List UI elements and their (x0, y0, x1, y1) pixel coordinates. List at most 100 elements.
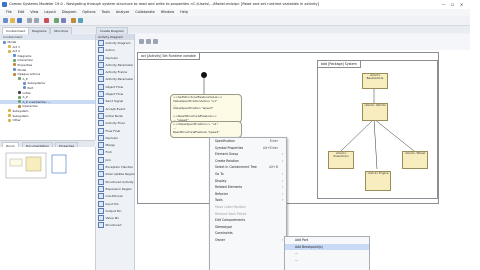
open-project-icon[interactable] (10, 18, 15, 23)
palette-item[interactable]: Send Signal (96, 98, 134, 105)
context-menu-item[interactable]: Go To › (210, 171, 286, 178)
diagram-tool-icon[interactable] (139, 39, 144, 44)
tree-item[interactable]: Other (0, 118, 95, 123)
context-menu-item[interactable]: Owner › (210, 237, 286, 244)
palette-item[interactable]: Object Flow (96, 91, 134, 98)
context-menu-item[interactable]: Related Elements › (210, 184, 286, 191)
minimize-button[interactable]: — (440, 1, 447, 8)
action-node-1[interactable]: <<SetStructuralFeatureValue>> ValueSpeci… (170, 94, 242, 123)
palette-item[interactable]: Exception Handler (96, 164, 134, 171)
palette-item-label: Activity Final (105, 121, 125, 126)
palette-item-icon (98, 222, 104, 229)
save-icon[interactable] (17, 18, 22, 23)
diagram-tool-icon[interactable] (146, 39, 151, 44)
palette-item[interactable]: Interruptible Region (96, 171, 135, 178)
block-powertrain[interactable]: «block» Powertrain (328, 151, 354, 169)
submenu-arrow-icon: › (281, 198, 283, 203)
palette-item[interactable]: Initial Node (96, 112, 134, 120)
palette-item-icon (98, 127, 104, 134)
context-menu-item[interactable]: Specification Enter (210, 138, 286, 145)
menu-file[interactable]: File (6, 9, 12, 16)
palette-item[interactable]: Join (96, 156, 134, 164)
context-menu-item[interactable]: Select in Containment Tree Alt+B (210, 164, 286, 171)
menu-edit[interactable]: Edit (18, 9, 25, 16)
menu-view[interactable]: View (30, 9, 38, 16)
palette-item[interactable]: Accept Event (96, 105, 134, 113)
palette-item[interactable]: Action (96, 47, 134, 54)
new-project-icon[interactable] (3, 18, 8, 23)
context-menu-item[interactable]: Stereotype (210, 224, 286, 231)
submenu-item[interactable]: Add Breakpoint(s) (285, 243, 369, 251)
menu-analyze[interactable]: Analyze (116, 9, 129, 16)
redo-icon[interactable] (34, 18, 39, 23)
palette-item[interactable]: Flow Final (96, 127, 134, 135)
block-vehicle[interactable]: «block» Vehicle (362, 103, 388, 121)
palette-item[interactable]: Fork (96, 149, 134, 156)
delete-icon[interactable] (44, 18, 49, 23)
palette-item[interactable]: Activity Parameter (96, 76, 134, 83)
palette-item[interactable]: Object Flow (96, 83, 134, 91)
bdd-diagram[interactable]: bdd [Package] System «block» BaseVehicle… (317, 60, 438, 199)
context-menu-item[interactable]: Refactor › (210, 191, 286, 198)
close-button[interactable]: ✕ (458, 1, 465, 8)
layout-icon[interactable] (71, 18, 76, 23)
menu-tools[interactable]: Tools (102, 9, 110, 16)
menu-options[interactable]: Options (82, 9, 95, 16)
palette-item[interactable]: Structured (96, 222, 134, 229)
palette-item[interactable]: Decision (96, 54, 134, 62)
zoom-icon[interactable] (78, 18, 83, 23)
palette-item-label: Output Pin (105, 208, 122, 213)
menu-window[interactable]: Window (161, 9, 174, 16)
context-menu-item[interactable]: Tools › (210, 197, 286, 204)
undo-icon[interactable] (27, 18, 32, 23)
block-base-vehicle[interactable]: «block» BaseVehicle (362, 73, 388, 89)
block-engine[interactable]: «block» Engine (365, 171, 391, 191)
palette-item[interactable]: Decision (96, 134, 134, 142)
palette-item-icon (98, 69, 104, 76)
action-node-2[interactable]: <<ValueSpecification>> "u1" ... ReadStru… (170, 121, 242, 138)
context-menu-item[interactable]: Create Relation › (210, 158, 286, 165)
palette-item[interactable]: Conditional (96, 193, 134, 200)
palette-item[interactable]: Activity Frame (96, 69, 134, 76)
submenu-item[interactable]: Add Port (285, 237, 369, 244)
menu-layout[interactable]: Layout (44, 9, 56, 16)
palette-item[interactable]: Merge (96, 142, 134, 149)
palette-item[interactable]: Output Pin (96, 207, 134, 215)
context-menu-item[interactable]: Symbol Properties Alt+Enter (210, 145, 286, 152)
palette-item[interactable]: Activity Parameter (96, 61, 134, 69)
tree-item-icon (8, 45, 11, 49)
palette-item-icon (98, 200, 104, 207)
context-menu-item[interactable]: Edit Compartments (210, 217, 286, 224)
palette-item[interactable]: Input Pin (96, 200, 134, 208)
run-icon[interactable] (54, 18, 59, 23)
menu-collaborate[interactable]: Collaborate (135, 9, 155, 16)
menu-help[interactable]: Help (180, 9, 188, 16)
zoom-preview[interactable] (0, 147, 95, 270)
palette-item[interactable]: Activity Diagram (96, 40, 134, 47)
context-menu-item[interactable]: Constraints (210, 230, 286, 237)
palette-item[interactable]: Expansion Region (96, 185, 134, 193)
palette-item-label: Activity Parameter (105, 77, 134, 82)
block-wheel[interactable]: «block» Wheel (402, 151, 428, 169)
tree-item-label: Act 1 (12, 44, 20, 49)
palette-item[interactable]: Activity Final (96, 120, 134, 127)
submenu-item[interactable]: ... (285, 250, 369, 257)
tab-structure[interactable]: Structure (50, 27, 72, 34)
submenu-item[interactable]: ... (285, 257, 369, 264)
context-menu-item: Remove Back Points (210, 211, 286, 218)
context-menu-item[interactable]: Element Group › (210, 151, 286, 158)
palette-item-icon (98, 61, 104, 68)
palette-item[interactable]: Value Pin (96, 215, 134, 222)
validate-icon[interactable] (61, 18, 66, 23)
maximize-button[interactable]: ☐ (449, 1, 456, 8)
tree-item-label: Opaque Actions (17, 72, 41, 77)
context-menu-item[interactable]: Display › (210, 178, 286, 185)
palette-item[interactable]: Structured Activity (96, 178, 134, 186)
tab-create-diagram[interactable]: Create Diagram (96, 27, 128, 34)
tab-containment[interactable]: Containment (2, 27, 30, 34)
diagram-tool-icon[interactable] (153, 39, 158, 44)
tab-diagrams[interactable]: Diagrams (28, 27, 51, 34)
tree-item-icon (13, 72, 16, 76)
palette-item-label: Send Signal (105, 99, 124, 104)
menu-diagram[interactable]: Diagram (62, 9, 77, 16)
